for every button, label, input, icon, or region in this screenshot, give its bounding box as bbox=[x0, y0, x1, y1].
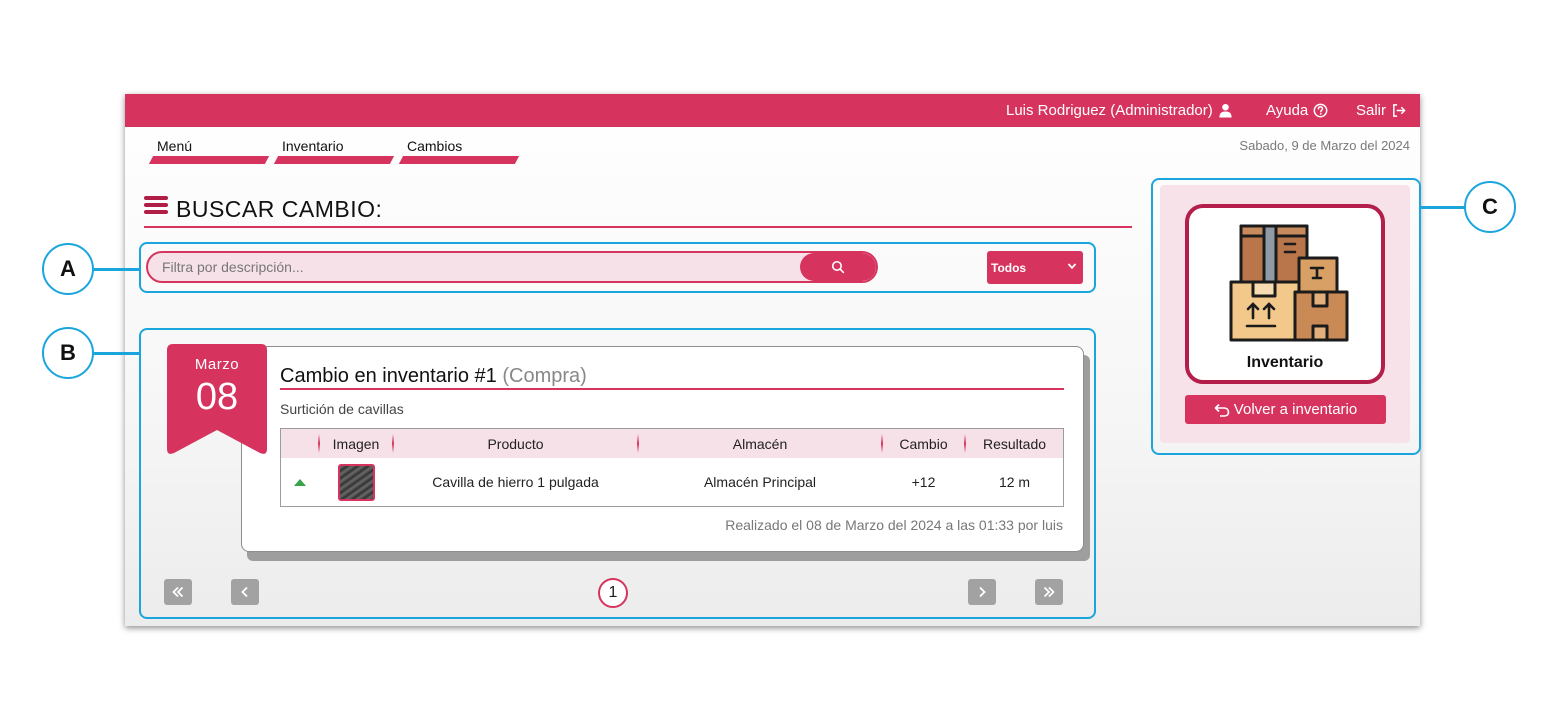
callout-outline-b bbox=[139, 328, 1096, 619]
user-name: Luis Rodriguez (Administrador) bbox=[1006, 102, 1213, 119]
logout-label: Salir bbox=[1356, 102, 1387, 119]
nav-label: Inventario bbox=[282, 138, 344, 154]
callout-leader-a bbox=[94, 268, 140, 271]
logout-link[interactable]: Salir bbox=[1356, 102, 1406, 119]
callout-leader-c bbox=[1421, 206, 1465, 209]
screenshot-stage: Luis Rodriguez (Administrador) Ayuda Sal… bbox=[0, 0, 1545, 720]
current-date: Sabado, 9 de Marzo del 2024 bbox=[1239, 138, 1410, 153]
user-icon bbox=[1219, 103, 1232, 118]
callout-bubble-a: A bbox=[42, 243, 94, 295]
page-header: BUSCAR CAMBIO: bbox=[144, 194, 1132, 228]
nav-underline bbox=[398, 156, 520, 164]
user-menu[interactable]: Luis Rodriguez (Administrador) bbox=[1006, 102, 1233, 119]
nav-underline bbox=[273, 156, 395, 164]
help-link[interactable]: Ayuda bbox=[1266, 102, 1328, 119]
page-title: BUSCAR CAMBIO: bbox=[176, 196, 383, 222]
help-label: Ayuda bbox=[1266, 102, 1309, 119]
hamburger-icon bbox=[144, 196, 168, 218]
callout-leader-b bbox=[94, 352, 140, 355]
callout-bubble-b: B bbox=[42, 327, 94, 379]
logout-icon bbox=[1393, 104, 1406, 117]
help-icon bbox=[1313, 103, 1328, 118]
top-bar: Luis Rodriguez (Administrador) Ayuda Sal… bbox=[125, 94, 1420, 127]
callout-outline-c bbox=[1151, 178, 1421, 455]
callout-bubble-c: C bbox=[1464, 181, 1516, 233]
nav-label: Cambios bbox=[407, 138, 463, 154]
callout-outline-a bbox=[139, 242, 1096, 293]
nav-underline bbox=[148, 156, 270, 164]
nav-label: Menú bbox=[157, 138, 193, 154]
